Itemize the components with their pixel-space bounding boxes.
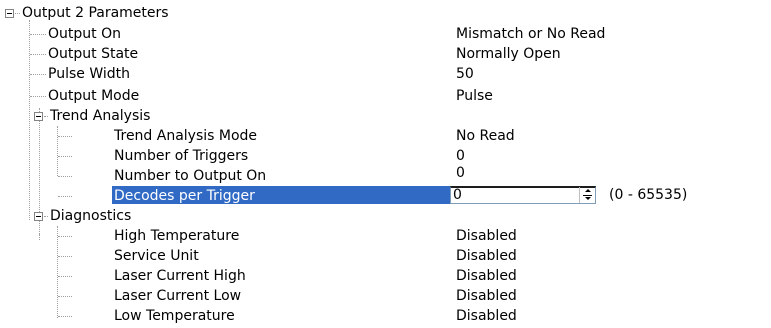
tree-line bbox=[44, 116, 48, 117]
tree-line bbox=[58, 236, 72, 237]
collapse-minus-icon[interactable] bbox=[5, 9, 14, 18]
tree-line bbox=[58, 196, 72, 197]
property-row-low-temperature[interactable]: Low Temperature Disabled bbox=[0, 306, 771, 326]
node-label: Diagnostics bbox=[50, 208, 132, 224]
decodes-per-trigger-spinbox[interactable]: 0 bbox=[450, 186, 596, 204]
spin-up-down-icon[interactable] bbox=[579, 187, 595, 203]
property-row-output-mode[interactable]: Output Mode Pulse bbox=[0, 86, 771, 106]
tree-line bbox=[58, 176, 72, 177]
property-label: Number of Triggers bbox=[114, 148, 249, 164]
spinbox-input[interactable]: 0 bbox=[453, 186, 462, 204]
node-label: Output 2 Parameters bbox=[22, 5, 169, 21]
property-row-service-unit[interactable]: Service Unit Disabled bbox=[0, 246, 771, 266]
tree-node-diagnostics[interactable]: Diagnostics bbox=[0, 206, 771, 226]
tree-line bbox=[58, 256, 72, 257]
collapse-minus-icon[interactable] bbox=[34, 112, 43, 121]
property-value: Mismatch or No Read bbox=[456, 26, 606, 42]
property-tree: Output 2 Parameters Output On Mismatch o… bbox=[0, 0, 771, 328]
property-value: Disabled bbox=[456, 308, 517, 324]
property-value: Disabled bbox=[456, 288, 517, 304]
property-label: Laser Current High bbox=[114, 268, 246, 284]
tree-line bbox=[30, 34, 46, 35]
property-value: 0 bbox=[456, 165, 465, 181]
property-label: Output Mode bbox=[48, 88, 140, 104]
tree-line bbox=[58, 156, 72, 157]
property-row-decodes-per-trigger[interactable]: Decodes per Trigger 0 (0 - 65535) bbox=[0, 186, 771, 206]
property-row-pulse-width[interactable]: Pulse Width 50 bbox=[0, 64, 771, 84]
property-row-high-temperature[interactable]: High Temperature Disabled bbox=[0, 226, 771, 246]
property-row-number-to-output-on[interactable]: Number to Output On 0 bbox=[0, 165, 771, 186]
spin-down-button[interactable] bbox=[580, 195, 595, 203]
collapse-minus-icon[interactable] bbox=[34, 212, 43, 221]
property-label: Output State bbox=[48, 46, 139, 62]
property-label: Trend Analysis Mode bbox=[114, 128, 258, 144]
tree-line bbox=[58, 316, 72, 317]
property-label: Number to Output On bbox=[114, 168, 267, 184]
property-row-number-of-triggers[interactable]: Number of Triggers 0 bbox=[0, 146, 771, 166]
tree-line bbox=[30, 96, 46, 97]
property-label: Service Unit bbox=[114, 248, 199, 264]
tree-node-output2[interactable]: Output 2 Parameters bbox=[0, 3, 771, 23]
property-value: Pulse bbox=[456, 88, 493, 104]
property-label: Decodes per Trigger bbox=[114, 188, 255, 204]
property-row-output-state[interactable]: Output State Normally Open bbox=[0, 44, 771, 64]
property-value: No Read bbox=[456, 128, 515, 144]
property-value: Disabled bbox=[456, 248, 517, 264]
tree-line bbox=[15, 13, 20, 14]
property-label: Pulse Width bbox=[48, 66, 130, 82]
tree-line bbox=[30, 54, 46, 55]
property-label: High Temperature bbox=[114, 228, 240, 244]
property-row-output-on[interactable]: Output On Mismatch or No Read bbox=[0, 24, 771, 44]
tree-line bbox=[58, 296, 72, 297]
tree-line bbox=[58, 136, 72, 137]
property-row-laser-current-low[interactable]: Laser Current Low Disabled bbox=[0, 286, 771, 306]
property-label: Output On bbox=[48, 26, 121, 42]
property-value: Normally Open bbox=[456, 46, 561, 62]
tree-line bbox=[58, 276, 72, 277]
spin-up-button[interactable] bbox=[580, 187, 595, 195]
property-row-laser-current-high[interactable]: Laser Current High Disabled bbox=[0, 266, 771, 286]
node-label: Trend Analysis bbox=[50, 108, 151, 124]
tree-node-trend-analysis[interactable]: Trend Analysis bbox=[0, 106, 771, 126]
property-label: Low Temperature bbox=[114, 308, 235, 324]
tree-line bbox=[44, 216, 48, 217]
property-row-trend-analysis-mode[interactable]: Trend Analysis Mode No Read bbox=[0, 126, 771, 146]
tree-line bbox=[30, 74, 46, 75]
property-value: Disabled bbox=[456, 268, 517, 284]
property-value: 50 bbox=[456, 66, 474, 82]
property-label: Laser Current Low bbox=[114, 288, 242, 304]
property-value: Disabled bbox=[456, 228, 517, 244]
value-range-hint: (0 - 65535) bbox=[609, 187, 688, 203]
